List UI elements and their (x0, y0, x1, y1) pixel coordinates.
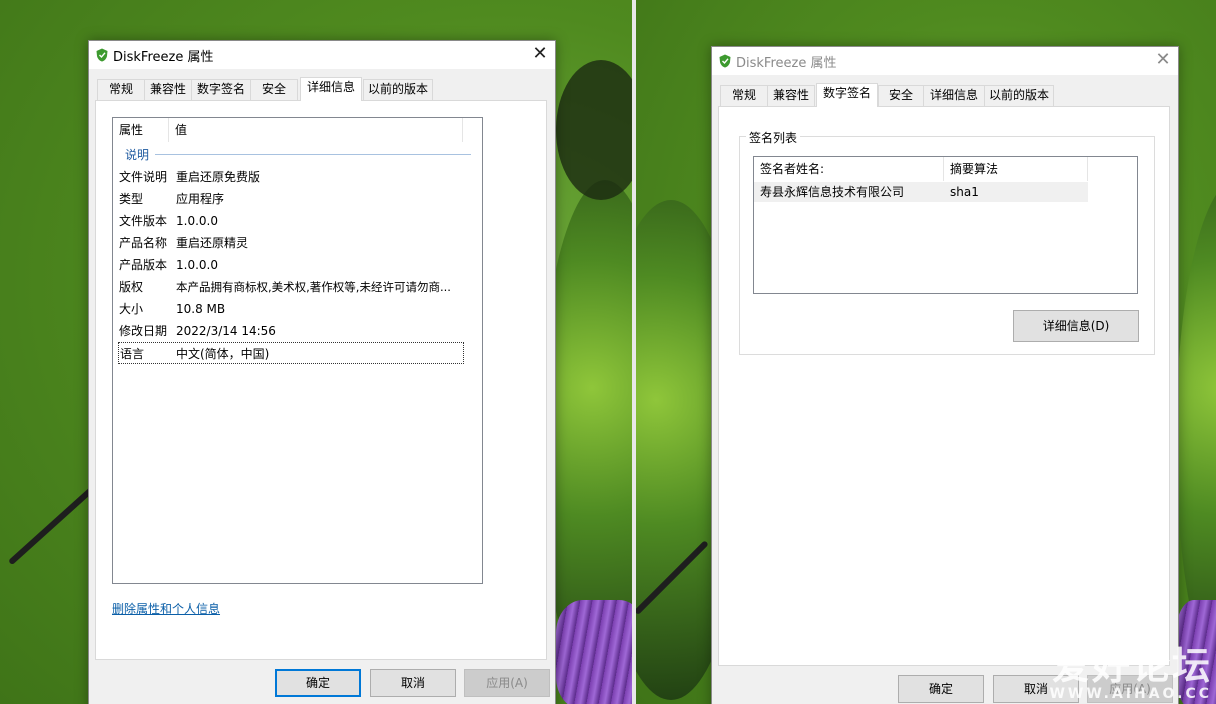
close-button[interactable]: ✕ (525, 41, 555, 69)
property-key: 版权 (119, 280, 144, 294)
column-header-signer-name[interactable]: 签名者姓名: (754, 157, 944, 181)
title-bar[interactable]: DiskFreeze 属性 ✕ (712, 47, 1178, 75)
tab-compatibility[interactable]: 兼容性 (144, 79, 192, 100)
property-key: 产品名称 (119, 236, 168, 250)
watermark-url: WWW.AIHAO.CC (1049, 686, 1212, 702)
tab-digital-signatures[interactable]: 数字签名 (816, 83, 878, 107)
group-header-description: 说明 (125, 148, 150, 162)
remove-properties-link[interactable]: 删除属性和个人信息 (112, 600, 220, 617)
signature-list[interactable]: 签名者姓名: 摘要算法 寿县永辉信息技术有限公司 sha1 (753, 156, 1138, 294)
tab-general[interactable]: 常规 (97, 79, 145, 100)
close-button[interactable]: ✕ (1148, 47, 1178, 75)
property-value: 应用程序 (176, 192, 225, 206)
bird-feathers (556, 600, 632, 704)
shield-icon (719, 54, 731, 68)
property-value: 1.0.0.0 (176, 258, 218, 272)
list-header: 属性 值 (113, 118, 465, 142)
property-value: 10.8 MB (176, 302, 226, 316)
signer-name: 寿县永辉信息技术有限公司 (760, 185, 905, 199)
property-value: 1.0.0.0 (176, 214, 218, 228)
property-key: 产品版本 (119, 258, 168, 272)
tab-bar: 常规 兼容性 数字签名 安全 详细信息 以前的版本 (95, 77, 555, 101)
watermark: 爱好论坛 WWW.AIHAO.CC (1049, 646, 1212, 702)
tab-general[interactable]: 常规 (720, 85, 768, 106)
column-header-digest-algorithm[interactable]: 摘要算法 (944, 157, 1088, 181)
window-title: DiskFreeze 属性 (113, 50, 214, 65)
properties-window-details: DiskFreeze 属性 ✕ 常规 兼容性 数字签名 安全 详细信息 以前的版… (88, 40, 556, 704)
property-key: 类型 (119, 192, 144, 206)
property-row-selected[interactable]: 语言 中文(简体，中国) (118, 342, 464, 364)
tab-security[interactable]: 安全 (250, 79, 298, 100)
property-row[interactable]: 修改日期 2022/3/14 14:56 (113, 320, 465, 342)
watermark-main: 爱好论坛 (1051, 644, 1212, 688)
property-value: 重启还原免费版 (176, 170, 261, 184)
title-bar[interactable]: DiskFreeze 属性 ✕ (89, 41, 555, 69)
group-divider (155, 154, 471, 155)
property-key: 文件说明 (119, 170, 168, 184)
tab-previous-versions[interactable]: 以前的版本 (363, 79, 433, 100)
bird-wing-shadow (556, 60, 632, 200)
tab-details[interactable]: 详细信息 (300, 77, 362, 101)
property-value: 2022/3/14 14:56 (176, 324, 276, 338)
property-row[interactable]: 文件版本 1.0.0.0 (113, 210, 465, 232)
property-row[interactable]: 产品名称 重启还原精灵 (113, 232, 465, 254)
digest-algorithm: sha1 (950, 185, 979, 199)
column-header-value[interactable]: 值 (169, 118, 463, 142)
signature-list-title: 签名列表 (746, 129, 801, 146)
property-row[interactable]: 类型 应用程序 (113, 188, 465, 210)
shield-icon (96, 48, 108, 62)
tab-bar: 常规 兼容性 数字签名 安全 详细信息 以前的版本 (718, 83, 1178, 107)
property-value: 中文(简体，中国) (176, 347, 270, 361)
properties-list[interactable]: 属性 值 说明 文件说明 重启还原免费版 类型 应用程序 文件版本 1.0.0.… (112, 117, 483, 584)
apply-button[interactable]: 应用(A) (464, 669, 550, 697)
property-key: 语言 (120, 347, 145, 361)
signatures-panel: 签名列表 签名者姓名: 摘要算法 寿县永辉信息技术有限公司 sha1 详细信息(… (718, 106, 1170, 666)
property-row[interactable]: 大小 10.8 MB (113, 298, 465, 320)
property-key: 修改日期 (119, 324, 168, 338)
signature-row[interactable]: 寿县永辉信息技术有限公司 sha1 (754, 182, 1088, 202)
tab-previous-versions[interactable]: 以前的版本 (984, 85, 1054, 106)
signature-list-group: 签名列表 签名者姓名: 摘要算法 寿县永辉信息技术有限公司 sha1 详细信息(… (739, 129, 1155, 355)
ok-button[interactable]: 确定 (275, 669, 361, 697)
column-header-property[interactable]: 属性 (113, 118, 169, 142)
property-key: 大小 (119, 302, 144, 316)
tab-security[interactable]: 安全 (878, 85, 924, 106)
tab-details[interactable]: 详细信息 (923, 85, 985, 106)
property-value: 本产品拥有商标权,美术权,著作权等,未经许可请勿商... (176, 280, 451, 294)
tab-digital-signatures[interactable]: 数字签名 (191, 79, 251, 100)
property-key: 文件版本 (119, 214, 168, 228)
property-row[interactable]: 产品版本 1.0.0.0 (113, 254, 465, 276)
signature-details-button[interactable]: 详细信息(D) (1013, 310, 1139, 342)
property-row[interactable]: 文件说明 重启还原免费版 (113, 166, 465, 188)
cancel-button[interactable]: 取消 (370, 669, 456, 697)
property-row[interactable]: 版权 本产品拥有商标权,美术权,著作权等,未经许可请勿商... (113, 276, 465, 298)
list-header: 签名者姓名: 摘要算法 (754, 157, 1088, 181)
window-title: DiskFreeze 属性 (736, 56, 837, 71)
tab-compatibility[interactable]: 兼容性 (767, 85, 815, 106)
ok-button[interactable]: 确定 (898, 675, 984, 703)
details-panel: 属性 值 说明 文件说明 重启还原免费版 类型 应用程序 文件版本 1.0.0.… (95, 100, 547, 660)
property-value: 重启还原精灵 (176, 236, 249, 250)
properties-window-signatures: DiskFreeze 属性 ✕ 常规 兼容性 数字签名 安全 详细信息 以前的版… (711, 46, 1179, 704)
